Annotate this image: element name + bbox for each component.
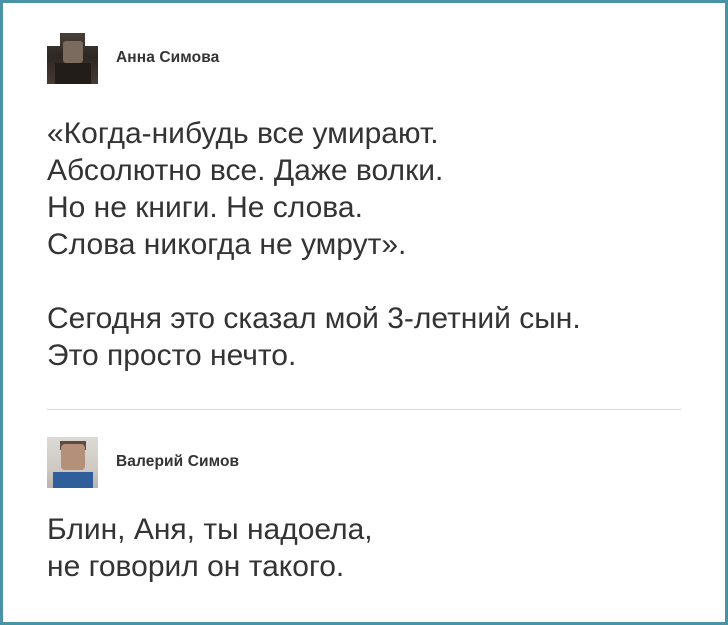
user-avatar-icon[interactable] [47, 32, 98, 84]
post-line: Абсолютно все. Даже волки. [47, 154, 444, 187]
post-valery: Валерий Симов Блин, Аня, ты надоела, не … [47, 435, 681, 585]
post-frame: Анна Симова «Когда-нибудь все умирают. А… [0, 0, 728, 625]
post-header: Анна Симова [47, 31, 681, 85]
post-line: Это просто нечто. [47, 339, 297, 372]
author-name[interactable]: Валерий Симов [116, 453, 239, 471]
post-header: Валерий Симов [47, 435, 681, 489]
post-line: Сегодня это сказал мой 3-летний сын. [47, 302, 581, 335]
avatar-face [61, 443, 85, 470]
post-paragraph: Блин, Аня, ты надоела, не говорил он так… [47, 511, 681, 585]
post-line: Блин, Аня, ты надоела, [47, 513, 373, 546]
user-avatar-icon[interactable] [47, 436, 98, 488]
post-paragraph: Сегодня это сказал мой 3-летний сын. Это… [47, 300, 681, 374]
author-name[interactable]: Анна Симова [116, 49, 219, 67]
post-paragraph: «Когда-нибудь все умирают. Абсолютно все… [47, 115, 681, 263]
post-line: «Когда-нибудь все умирают. [47, 117, 439, 150]
avatar-body [55, 62, 91, 84]
post-line: Слова никогда не умрут». [47, 228, 407, 261]
post-line: Но не книги. Не слова. [47, 191, 363, 224]
divider [47, 409, 681, 410]
post-anna: Анна Симова «Когда-нибудь все умирают. А… [47, 31, 681, 374]
avatar-face [63, 40, 83, 63]
post-line: не говорил он такого. [47, 550, 345, 583]
avatar-body [53, 471, 93, 488]
